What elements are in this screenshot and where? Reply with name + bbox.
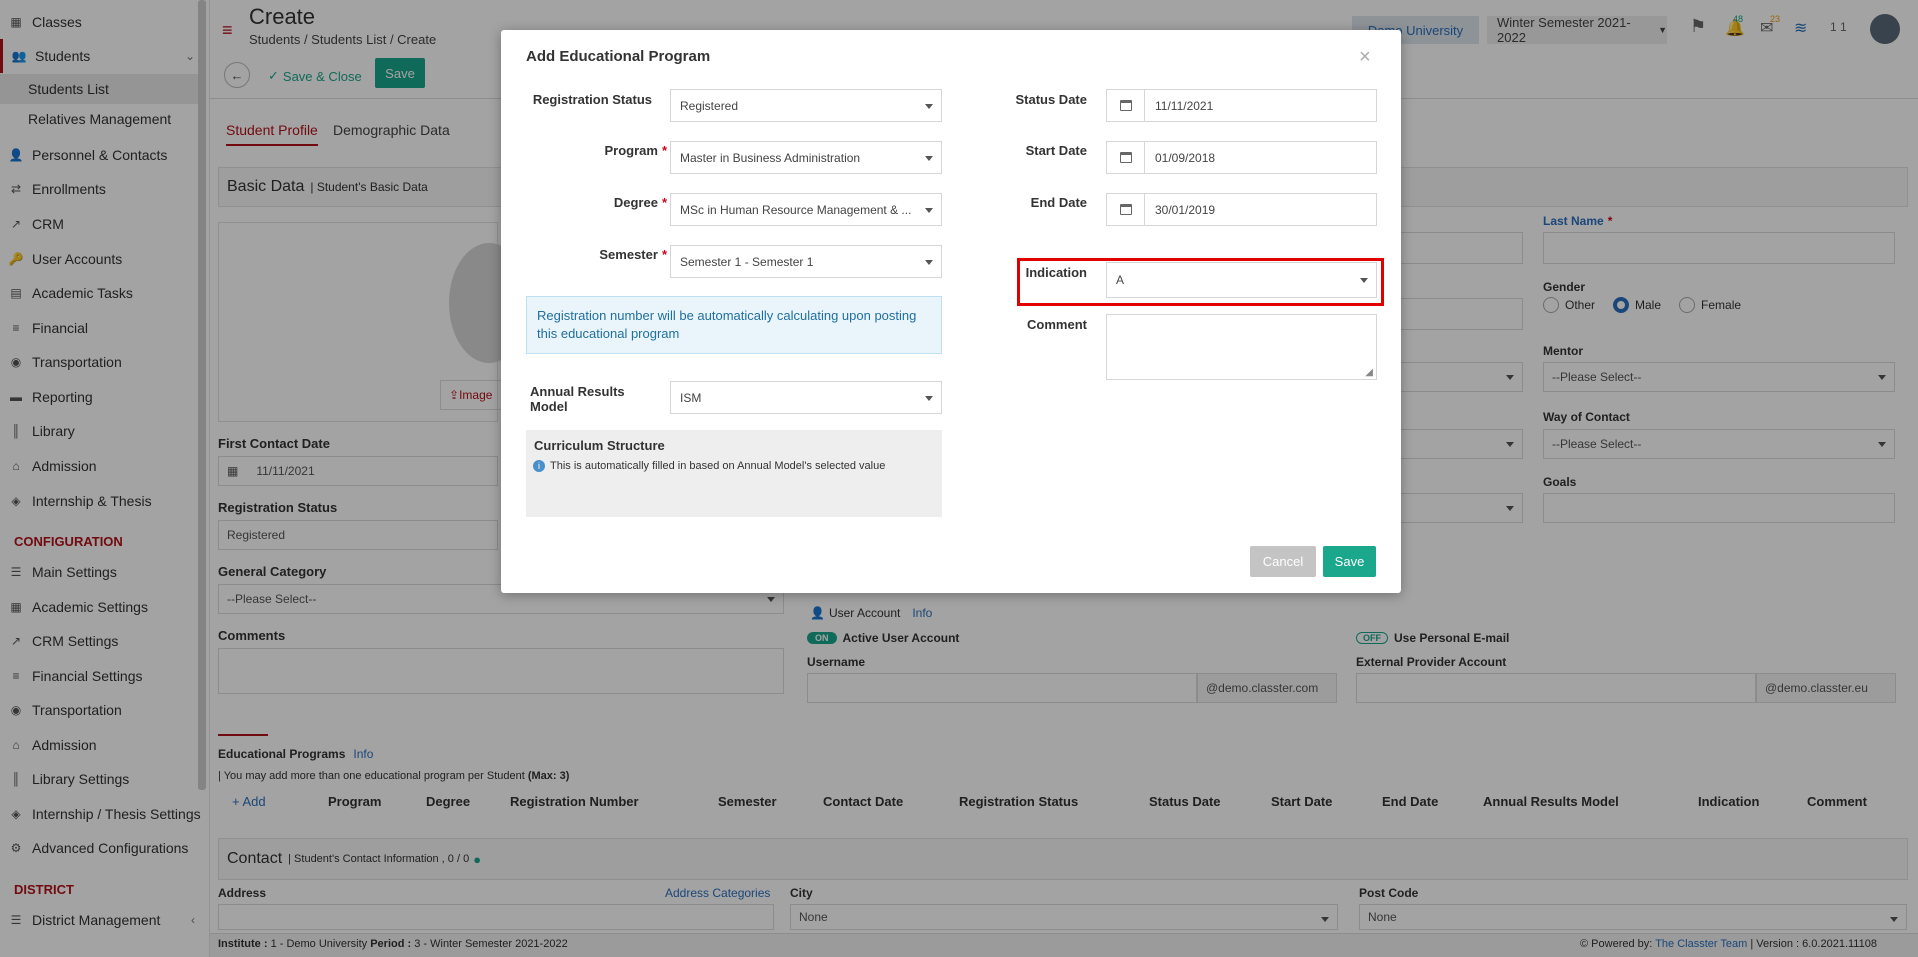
end-date-label: End Date — [1030, 195, 1087, 210]
calendar-icon[interactable] — [1107, 90, 1145, 121]
registration-info-alert: Registration number will be automaticall… — [526, 296, 942, 354]
registration-status-select[interactable]: Registered — [670, 89, 942, 122]
curriculum-note: i This is automatically filled in based o… — [533, 460, 885, 472]
start-date-input[interactable]: 01/09/2018 — [1106, 141, 1377, 174]
caret-down-icon — [925, 260, 933, 265]
annual-results-select[interactable]: ISM — [670, 381, 942, 414]
dialog-title: Add Educational Program — [526, 48, 711, 65]
start-date-label: Start Date — [1025, 143, 1087, 158]
add-educational-program-dialog: Add Educational Program × Registration S… — [501, 30, 1401, 593]
degree-select[interactable]: MSc in Human Resource Management & ... — [670, 193, 942, 226]
calendar-icon[interactable] — [1107, 142, 1145, 173]
calendar-icon[interactable] — [1107, 194, 1145, 225]
indication-label: Indication — [1025, 265, 1087, 280]
info-icon: i — [533, 460, 545, 472]
end-date-input[interactable]: 30/01/2019 — [1106, 193, 1377, 226]
annual-results-label: Annual Results Model — [530, 384, 625, 414]
degree-label: Degree * — [613, 195, 667, 210]
cancel-button[interactable]: Cancel — [1250, 546, 1316, 577]
caret-down-icon — [925, 208, 933, 213]
status-date-label: Status Date — [1015, 92, 1087, 107]
indication-select[interactable]: A — [1106, 262, 1377, 298]
status-date-input[interactable]: 11/11/2021 — [1106, 89, 1377, 122]
comment-label: Comment — [1027, 317, 1087, 332]
comment-textarea[interactable]: ◢ — [1106, 314, 1377, 380]
registration-status-label: Registration Status — [532, 92, 652, 107]
caret-down-icon — [925, 156, 933, 161]
curriculum-title: Curriculum Structure — [534, 438, 665, 453]
dialog-save-button[interactable]: Save — [1323, 546, 1376, 577]
semester-label: Semester * — [599, 247, 667, 262]
close-icon[interactable]: × — [1359, 46, 1371, 69]
resize-handle-icon[interactable]: ◢ — [1365, 367, 1373, 378]
caret-down-icon — [925, 396, 933, 401]
caret-down-icon — [1360, 278, 1368, 283]
curriculum-structure-box: Curriculum Structure i This is automatica… — [526, 430, 942, 517]
program-select[interactable]: Master in Business Administration — [670, 141, 942, 174]
semester-select[interactable]: Semester 1 - Semester 1 — [670, 245, 942, 278]
program-label: Program * — [604, 143, 667, 158]
caret-down-icon — [925, 104, 933, 109]
